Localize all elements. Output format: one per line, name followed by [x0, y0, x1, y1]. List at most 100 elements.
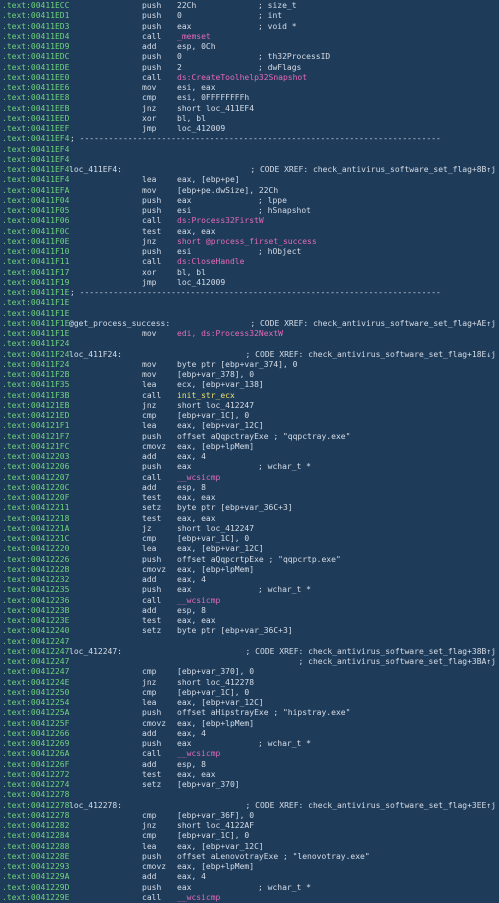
mnemonic[interactable]: setz	[142, 626, 161, 636]
operand[interactable]: offset aQqpcrtpExe ; "qqpcrtp.exe"	[177, 555, 341, 565]
listing-row[interactable]: .text:0041222B cmovz eax, [ebp+lpMem]	[0, 565, 499, 575]
xref-comment[interactable]: ; check_antivirus_software_set_flag+3BA↑…	[299, 657, 496, 667]
address[interactable]: .text:0041223B	[2, 606, 69, 616]
operand[interactable]: eax	[177, 585, 191, 595]
listing-row[interactable]: .text:0041220F test eax, eax	[0, 493, 499, 503]
listing-row[interactable]: .text:00412247 loc_412247: ; CODE XREF: ch…	[0, 647, 499, 657]
listing-row[interactable]: .text:00411F1E	[0, 298, 499, 308]
operand[interactable]: short loc_412278	[177, 678, 254, 688]
operand[interactable]: eax, eax	[177, 514, 216, 524]
address[interactable]: .text:00411F1E	[2, 309, 69, 319]
operand[interactable]: short @process_firset_success	[177, 237, 317, 247]
address[interactable]: .text:00411EEF	[2, 124, 69, 134]
listing-row[interactable]: .text:00411F0E jnz short @process_firset_s…	[0, 237, 499, 247]
operand[interactable]: [ebp+var_370]	[177, 780, 240, 790]
address[interactable]: .text:0041224E	[2, 678, 69, 688]
listing-row[interactable]: .text:00412278 cmp [ebp+var_36F], 0	[0, 811, 499, 821]
mnemonic[interactable]: mov	[142, 83, 156, 93]
address[interactable]: .text:00411EE8	[2, 93, 69, 103]
listing-row[interactable]: .text:00412272 test eax, eax	[0, 770, 499, 780]
mnemonic[interactable]: push	[142, 206, 161, 216]
operand[interactable]: eax, 4	[177, 452, 206, 462]
listing-row[interactable]: .text:00411EF4	[0, 155, 499, 165]
operand[interactable]: eax, [ebp+var_12C]	[177, 544, 264, 554]
code-label[interactable]: loc_411F24:	[69, 350, 122, 360]
xref-comment[interactable]: ; CODE XREF: check_antivirus_software_se…	[246, 801, 496, 811]
listing-row[interactable]: .text:00412207 call __wcsicmp	[0, 473, 499, 483]
listing-row[interactable]: .text:00412254 lea eax, [ebp+var_12C]	[0, 698, 499, 708]
mnemonic[interactable]: mov	[142, 329, 156, 339]
listing-row[interactable]: .text:00412269 push eax ; wchar_t *	[0, 739, 499, 749]
operand[interactable]: 0	[177, 52, 182, 62]
operand[interactable]: ds:Process32FirstW	[177, 216, 264, 226]
address[interactable]: .text:00412269	[2, 739, 69, 749]
mnemonic[interactable]: jz	[142, 524, 152, 534]
operand[interactable]: edi, ds:Process32NextW	[177, 329, 283, 339]
operand[interactable]: esi	[177, 247, 191, 257]
listing-row[interactable]: .text:0041225A push offset aHipstrayExe ; …	[0, 708, 499, 718]
operand[interactable]: eax, eax	[177, 770, 216, 780]
mnemonic[interactable]: call	[142, 473, 161, 483]
address[interactable]: .text:00412247	[2, 667, 69, 677]
address[interactable]: .text:00411EF4	[2, 155, 69, 165]
listing-row[interactable]: .text:00411F35 lea ecx, [ebp+var_138]	[0, 380, 499, 390]
mnemonic[interactable]: push	[142, 196, 161, 206]
address[interactable]: .text:00411F24	[2, 360, 69, 370]
listing-row[interactable]: .text:0041229A add eax, 4	[0, 872, 499, 882]
mnemonic[interactable]: setz	[142, 780, 161, 790]
listing-row[interactable]: .text:00412218 test eax, eax	[0, 514, 499, 524]
address[interactable]: .text:00411F10	[2, 247, 69, 257]
address[interactable]: .text:00411ECC	[2, 1, 69, 11]
xref-comment[interactable]: ; CODE XREF: check_antivirus_software_se…	[246, 647, 496, 657]
listing-row[interactable]: .text:00411EE6 mov esi, eax	[0, 83, 499, 93]
address[interactable]: .text:00412206	[2, 462, 69, 472]
operand[interactable]: __wcsicmp	[177, 749, 220, 759]
operand[interactable]: short loc_412247	[177, 524, 254, 534]
address[interactable]: .text:00412278	[2, 811, 69, 821]
address[interactable]: .text:00412293	[2, 862, 69, 872]
mnemonic[interactable]: call	[142, 257, 161, 267]
mnemonic[interactable]: push	[142, 852, 161, 862]
listing-row[interactable]: .text:00411F2B mov [ebp+var_378], 0	[0, 370, 499, 380]
mnemonic[interactable]: add	[142, 575, 156, 585]
listing-row[interactable]: .text:00411F10 push esi ; hObject	[0, 247, 499, 257]
address[interactable]: .text:00412278	[2, 801, 69, 811]
operand[interactable]: esp, 8	[177, 483, 206, 493]
operand[interactable]: eax	[177, 739, 191, 749]
listing-row[interactable]: .text:00411EEF jmp loc_412009	[0, 124, 499, 134]
listing-row[interactable]: .text:0041224E jnz short loc_412278	[0, 678, 499, 688]
address[interactable]: .text:00411EEB	[2, 104, 69, 114]
address[interactable]: .text:00411ED1	[2, 11, 69, 21]
mnemonic[interactable]: jnz	[142, 821, 156, 831]
listing-row[interactable]: .text:00412236 call __wcsicmp	[0, 596, 499, 606]
operand[interactable]: eax, 4	[177, 729, 206, 739]
mnemonic[interactable]: cmovz	[142, 565, 166, 575]
listing-row[interactable]: .text:0041223E test eax, eax	[0, 616, 499, 626]
mnemonic[interactable]: call	[142, 73, 161, 83]
address[interactable]: .text:00411ED9	[2, 42, 69, 52]
listing-row[interactable]: .text:00411EE0 call ds:CreateToolhelp32Sna…	[0, 73, 499, 83]
mnemonic[interactable]: test	[142, 227, 161, 237]
listing-row[interactable]: .text:00411F1E @get_process_success: ; COD…	[0, 319, 499, 329]
listing-row[interactable]: .text:00412235 push eax ; wchar_t *	[0, 585, 499, 595]
mnemonic[interactable]: cmovz	[142, 862, 166, 872]
address[interactable]: .text:00412236	[2, 596, 69, 606]
listing-row[interactable]: .text:004121F7 push offset aQqpctrayExe ; …	[0, 432, 499, 442]
address[interactable]: .text:004121ED	[2, 411, 69, 421]
listing-row[interactable]: .text:00411F24 loc_411F24: ; CODE XREF: ch…	[0, 350, 499, 360]
listing-row[interactable]: .text:00411ED3 push eax ; void *	[0, 22, 499, 32]
operand[interactable]: eax, [ebp+pe]	[177, 175, 240, 185]
mnemonic[interactable]: jmp	[142, 278, 156, 288]
listing-row[interactable]: .text:00411F24 mov byte ptr [ebp+var_374],…	[0, 360, 499, 370]
listing-row[interactable]: .text:00412284 cmp [ebp+var_1C], 0	[0, 831, 499, 841]
address[interactable]: .text:00411EED	[2, 114, 69, 124]
address[interactable]: .text:004121F7	[2, 432, 69, 442]
address[interactable]: .text:00411EF4	[2, 175, 69, 185]
operand[interactable]: __wcsicmp	[177, 596, 220, 606]
address[interactable]: .text:00411F24	[2, 350, 69, 360]
operand[interactable]: eax	[177, 196, 191, 206]
operand[interactable]: eax, eax	[177, 616, 216, 626]
address[interactable]: .text:00412247	[2, 657, 69, 667]
address[interactable]: .text:00412274	[2, 780, 69, 790]
address[interactable]: .text:00411F04	[2, 196, 69, 206]
